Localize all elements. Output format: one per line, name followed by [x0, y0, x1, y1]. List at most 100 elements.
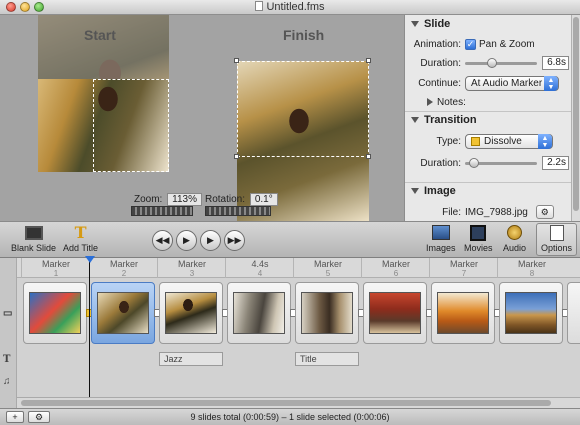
- resize-handle-bottom-left[interactable]: [234, 154, 239, 159]
- animation-checkbox[interactable]: ✓: [465, 38, 476, 50]
- timeline-scrollbar[interactable]: [17, 397, 580, 408]
- resize-handle-top-right[interactable]: [366, 58, 371, 63]
- ruler-cell: Marker 1: [21, 258, 89, 278]
- slide-thumb-9[interactable]: [567, 282, 580, 344]
- document-icon: [255, 1, 264, 11]
- slide-duration-field[interactable]: 6.8s: [542, 56, 569, 70]
- images-icon: [431, 225, 450, 240]
- options-icon: [549, 224, 564, 241]
- rewind-button[interactable]: ◀◀: [152, 230, 173, 251]
- resize-handle-bottom-right[interactable]: [366, 154, 371, 159]
- transition-type-row: Type: Dissolve ▲ ▼: [405, 133, 572, 149]
- image-section-header[interactable]: Image: [405, 182, 572, 199]
- audio-icon: [507, 225, 523, 240]
- slide-thumb-5[interactable]: [295, 282, 359, 344]
- transition-duration-field[interactable]: 2.2s: [542, 156, 569, 170]
- dissolve-icon: [471, 136, 480, 146]
- ruler-cell: Marker 8: [497, 258, 565, 278]
- chevron-updown-icon: ▲ ▼: [538, 133, 552, 149]
- play-slide-button[interactable]: ▶: [176, 230, 197, 251]
- slide-thumb-7[interactable]: [431, 282, 495, 344]
- slide-thumb-2[interactable]: [91, 282, 155, 344]
- ruler-cell: Marker 5: [293, 258, 361, 278]
- inspector-scrollbar[interactable]: [571, 15, 580, 221]
- images-button[interactable]: Images: [426, 224, 456, 253]
- slider-knob[interactable]: [469, 157, 479, 168]
- rotation-slider[interactable]: [205, 206, 271, 216]
- ruler-cell: 4.4s 4: [225, 258, 293, 278]
- image-options-button[interactable]: ⚙: [535, 205, 554, 219]
- zoom-readout: Zoom: 113%: [134, 193, 202, 206]
- title-clip-jazz[interactable]: Jazz: [159, 352, 223, 366]
- playhead-handle[interactable]: [85, 256, 95, 263]
- disclosure-triangle-icon: [411, 188, 419, 194]
- slide-thumb-4[interactable]: [227, 282, 291, 344]
- ruler-cell: Marker 3: [157, 258, 225, 278]
- scrollbar-thumb[interactable]: [573, 17, 579, 211]
- start-label: Start: [84, 27, 116, 43]
- disclosure-triangle-icon: [411, 20, 419, 27]
- finish-selection-rect[interactable]: [237, 61, 369, 157]
- slide-thumb-6[interactable]: [363, 282, 427, 344]
- add-title-button[interactable]: T Add Title: [63, 224, 98, 253]
- slide-thumb-3[interactable]: [159, 282, 223, 344]
- slide-image: [505, 292, 557, 334]
- slide-image: [369, 292, 421, 334]
- zoom-value: 113%: [167, 193, 202, 206]
- titles-track-icon: T: [3, 354, 11, 365]
- transition-section-header[interactable]: Transition: [405, 111, 572, 128]
- timeline-ruler[interactable]: Marker 1 Marker 2 Marker 3 4.4s 4 Marker…: [17, 258, 580, 278]
- inspector-panel: Slide Animation: ✓ Pan & Zoom Duration: …: [404, 15, 580, 221]
- title-clip-title[interactable]: Title: [295, 352, 359, 366]
- window-title: Untitled.fms: [0, 1, 580, 13]
- status-bar: 9 slides total (0:00:59) – 1 slide selec…: [0, 408, 580, 425]
- continue-popup[interactable]: At Audio Marker ▲ ▼: [465, 75, 559, 91]
- continue-row: Continue: At Audio Marker ▲ ▼: [405, 75, 572, 91]
- title-bar: Untitled.fms: [0, 0, 580, 15]
- disclosure-triangle-icon[interactable]: [427, 98, 433, 106]
- slide-image: [301, 292, 353, 334]
- slide-image: [165, 292, 217, 334]
- slider-knob[interactable]: [487, 57, 497, 68]
- movies-icon: [470, 224, 487, 241]
- transport-controls: ◀◀ ▶ ▶ ▶▶: [152, 230, 245, 251]
- notes-row[interactable]: Notes:: [405, 94, 572, 110]
- slide-image: [233, 292, 285, 334]
- audio-track-icon: ♫: [3, 376, 11, 387]
- timeline[interactable]: ▭ T ♫ Marker 1 Marker 2 Marker 3 4.4s 4 …: [0, 256, 580, 408]
- options-button[interactable]: Options: [536, 223, 578, 256]
- blank-slide-button[interactable]: Blank Slide: [11, 224, 56, 253]
- finish-label: Finish: [283, 27, 325, 43]
- animation-checkbox-label: Pan & Zoom: [479, 38, 535, 50]
- toolbar: Blank Slide T Add Title ◀◀ ▶ ▶ ▶▶ Images…: [0, 221, 580, 258]
- slide-image: [97, 292, 149, 334]
- blank-slide-icon: [24, 225, 43, 240]
- transition-type-popup[interactable]: Dissolve ▲ ▼: [465, 133, 553, 149]
- fast-forward-button[interactable]: ▶▶: [224, 230, 245, 251]
- resize-handle-top-left[interactable]: [234, 58, 239, 63]
- gear-icon: ⚙: [540, 207, 549, 217]
- slide-section-header[interactable]: Slide: [405, 15, 572, 32]
- slide-image: [437, 292, 489, 334]
- chevron-updown-icon: ▲ ▼: [544, 75, 558, 91]
- movies-button[interactable]: Movies: [464, 224, 493, 253]
- slide-duration-slider[interactable]: [465, 57, 537, 68]
- title-t-icon: T: [74, 222, 87, 242]
- animation-row: Animation: ✓ Pan & Zoom: [413, 38, 535, 50]
- slide-thumb-1[interactable]: [23, 282, 87, 344]
- rotation-value: 0.1°: [249, 193, 278, 206]
- slide-preview[interactable]: Start Finish Zoom: 113% Rotation: 0.1°: [0, 15, 404, 221]
- image-file-row: File: IMG_7988.jpg ⚙: [405, 204, 572, 220]
- ruler-cell: Marker 6: [361, 258, 429, 278]
- status-text: 9 slides total (0:00:59) – 1 slide selec…: [190, 412, 390, 422]
- slide-thumb-8[interactable]: [499, 282, 563, 344]
- scrollbar-thumb[interactable]: [21, 400, 551, 406]
- playhead[interactable]: [85, 256, 95, 400]
- start-selection-rect[interactable]: [93, 79, 169, 172]
- transition-duration-slider[interactable]: [465, 157, 537, 168]
- track-gutter: ▭ T ♫: [0, 258, 17, 408]
- transition-duration-row: Duration: 2.2s: [405, 155, 572, 171]
- play-show-button[interactable]: ▶: [200, 230, 221, 251]
- zoom-slider[interactable]: [131, 206, 193, 216]
- audio-button[interactable]: Audio: [503, 224, 526, 253]
